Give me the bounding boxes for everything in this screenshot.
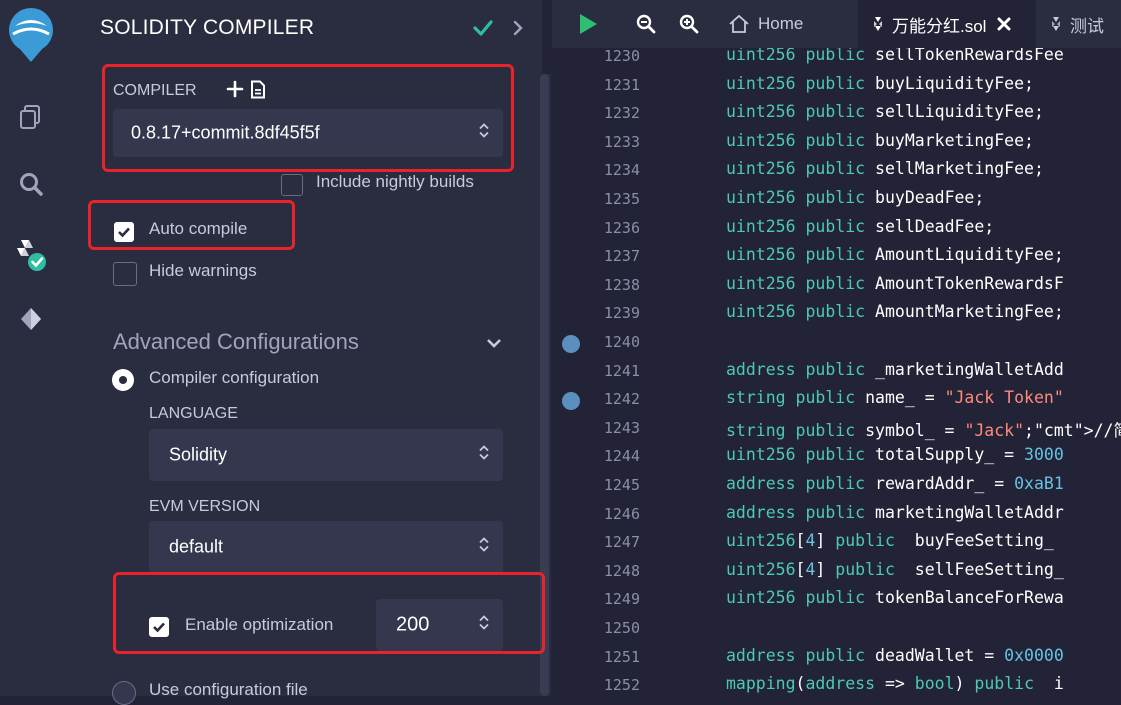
chevron-right-icon[interactable] <box>512 20 524 41</box>
code-editor[interactable]: 1230 uint256 public sellTokenRewardsFee 12… <box>552 48 1121 696</box>
language-select[interactable]: Solidity <box>149 429 503 481</box>
tab-home[interactable]: Home <box>728 0 848 48</box>
code-line[interactable]: uint256 public AmountLiquidityFee; <box>726 245 1064 264</box>
line-number: 1249 <box>603 590 640 609</box>
line-number: 1243 <box>603 418 640 437</box>
run-play-icon[interactable] <box>578 13 598 40</box>
use-config-file-radio[interactable] <box>112 681 136 705</box>
line-number: 1252 <box>603 676 640 695</box>
chevron-down-icon[interactable] <box>486 336 502 354</box>
code-line[interactable]: uint256[4] public buyFeeSetting_ <box>726 531 1054 550</box>
code-line[interactable]: uint256 public sellMarketingFee; <box>726 159 1044 178</box>
language-label: LANGUAGE <box>149 405 238 422</box>
line-number: 1248 <box>603 561 640 580</box>
deploy-run-icon[interactable] <box>0 306 62 332</box>
line-number: 1231 <box>603 75 640 94</box>
code-line[interactable]: uint256 public buyLiquidityFee; <box>726 74 1034 93</box>
line-number: 1236 <box>603 218 640 237</box>
line-number: 1250 <box>603 619 640 637</box>
nightly-builds-label: Include nightly builds <box>316 172 474 191</box>
evm-version-value: default <box>169 536 224 557</box>
hide-warnings-label: Hide warnings <box>149 261 257 280</box>
annotation-box-auto-compile <box>88 200 295 250</box>
code-line[interactable]: uint256 public tokenBalanceForRewa <box>726 588 1064 607</box>
line-number: 1235 <box>603 190 640 208</box>
annotation-box-compiler <box>102 64 514 172</box>
line-number: 1242 <box>603 390 640 409</box>
hide-warnings-checkbox[interactable] <box>113 262 137 286</box>
line-number: 1233 <box>603 132 640 151</box>
evm-version-select[interactable]: default <box>149 521 503 573</box>
line-number: 1237 <box>603 247 640 266</box>
code-line[interactable]: string public symbol_ = "Jack";"cmt">//简 <box>726 417 1121 441</box>
compiled-check-icon <box>472 18 494 43</box>
line-number: 1241 <box>603 361 640 380</box>
nightly-builds-checkbox[interactable] <box>281 174 303 196</box>
select-arrows-icon <box>479 537 489 558</box>
zoom-out-icon[interactable] <box>636 14 656 39</box>
line-number: 1239 <box>603 304 640 323</box>
use-config-file-label: Use configuration file <box>149 680 308 699</box>
search-icon[interactable] <box>0 172 62 198</box>
line-number: 1246 <box>603 504 640 523</box>
code-line[interactable]: uint256 public sellLiquidityFee; <box>726 102 1044 121</box>
line-number: 1230 <box>603 48 640 65</box>
annotation-box-optimization <box>113 572 545 654</box>
code-line[interactable]: uint256 public AmountMarketingFee; <box>726 302 1064 321</box>
select-arrows-icon <box>479 445 489 466</box>
tab-file-label: 万能分红.sol <box>892 16 987 36</box>
code-line[interactable]: uint256 public sellDeadFee; <box>726 217 994 236</box>
zoom-in-icon[interactable] <box>679 14 699 39</box>
file-explorer-icon[interactable] <box>0 104 62 130</box>
code-line[interactable]: uint256 public AmountTokenRewardsF <box>726 274 1064 293</box>
tab-file-active[interactable]: 万能分红.sol <box>858 0 1036 48</box>
line-number: 1234 <box>603 161 640 180</box>
panel-title: SOLIDITY COMPILER <box>100 16 315 39</box>
breakpoint-marker[interactable] <box>562 392 580 411</box>
line-number: 1238 <box>603 275 640 294</box>
icon-rail <box>0 0 62 696</box>
code-line[interactable]: address public rewardAddr_ = 0xaB1 <box>726 474 1064 493</box>
solidity-file-icon <box>1050 16 1062 32</box>
tab-file-2[interactable]: 测试 <box>1040 0 1121 48</box>
code-line[interactable]: uint256 public buyMarketingFee; <box>726 131 1034 150</box>
code-line[interactable]: uint256 public totalSupply_ = 3000 <box>726 445 1064 464</box>
line-number: 1251 <box>603 647 640 666</box>
line-number: 1247 <box>603 533 640 552</box>
language-value: Solidity <box>169 444 228 465</box>
code-line[interactable]: address public _marketingWalletAdd <box>726 360 1064 379</box>
close-tab-icon[interactable] <box>996 16 1012 32</box>
compiler-configuration-label: Compiler configuration <box>149 368 320 387</box>
tab-home-label: Home <box>758 14 804 33</box>
remix-logo-icon[interactable] <box>0 4 62 68</box>
code-line[interactable]: string public name_ = "Jack Token" <box>726 388 1064 407</box>
line-number: 1244 <box>603 447 640 466</box>
compiler-configuration-radio[interactable] <box>112 369 134 391</box>
code-line[interactable]: mapping(address => bool) public i <box>726 674 1064 693</box>
home-icon <box>728 14 750 34</box>
breakpoint-marker[interactable] <box>562 335 580 353</box>
line-number: 1245 <box>603 476 640 494</box>
advanced-configurations-toggle[interactable]: Advanced Configurations <box>113 329 359 355</box>
line-number: 1240 <box>603 333 640 351</box>
line-number: 1232 <box>603 104 640 123</box>
code-line[interactable]: uint256 public sellTokenRewardsFee <box>726 48 1064 64</box>
solidity-compiler-icon[interactable] <box>0 236 62 276</box>
code-line[interactable]: address public marketingWalletAddr <box>726 503 1064 522</box>
tab-file-2-label: 测试 <box>1070 16 1104 36</box>
code-line[interactable]: address public deadWallet = 0x0000 <box>726 646 1064 665</box>
code-line[interactable]: uint256 public buyDeadFee; <box>726 188 984 207</box>
evm-version-label: EVM VERSION <box>149 498 261 515</box>
code-line[interactable]: uint256[4] public sellFeeSetting_ <box>726 560 1064 579</box>
solidity-file-icon <box>872 16 884 32</box>
